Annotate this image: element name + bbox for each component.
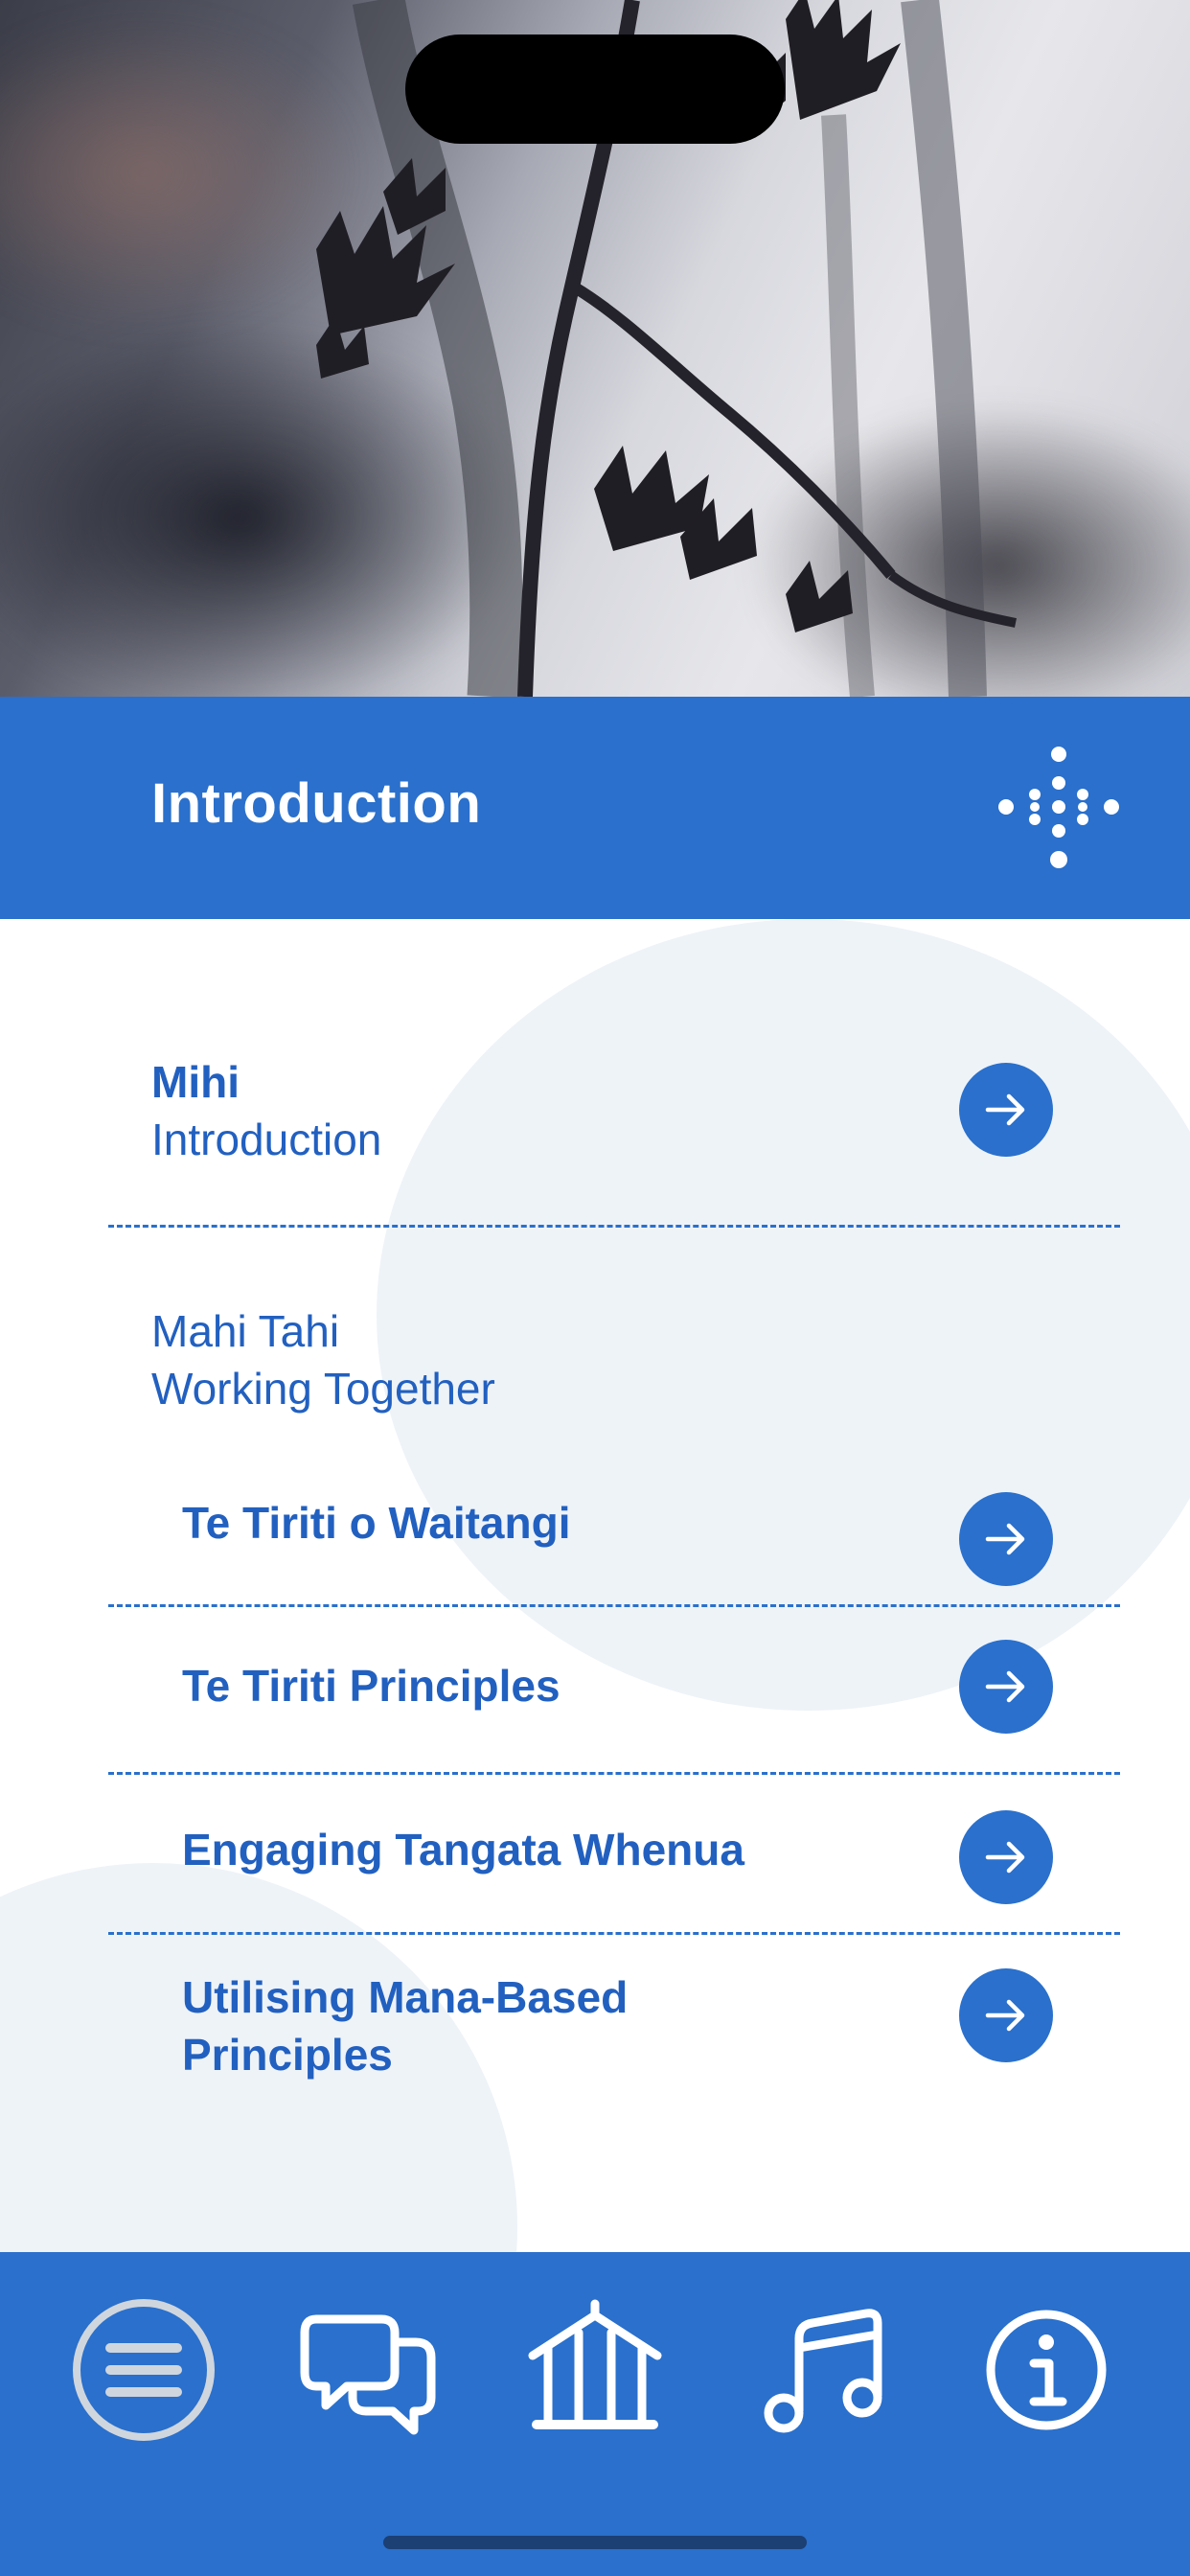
- item-primary-label: Mihi: [151, 1057, 240, 1107]
- list-item-te-tiriti-o-waitangi[interactable]: Te Tiriti o Waitangi: [0, 1492, 1190, 1588]
- chat-bubbles-icon[interactable]: [297, 2298, 441, 2442]
- arrow-right-button[interactable]: [959, 1063, 1053, 1157]
- item-secondary-label: Introduction: [151, 1115, 382, 1164]
- section-title: Mahi Tahi: [151, 1306, 340, 1356]
- arrow-right-button[interactable]: [959, 1492, 1053, 1586]
- info-icon[interactable]: [974, 2298, 1118, 2442]
- title-bar: Introduction: [0, 697, 1190, 919]
- arrow-right-button[interactable]: [959, 1968, 1053, 2062]
- section-subtitle: Working Together: [151, 1364, 495, 1414]
- dotted-diamond-logo-icon: [998, 747, 1119, 868]
- device-notch: [405, 34, 785, 144]
- menu-content: Mihi Introduction Mahi Tahi Working Toge…: [0, 919, 1190, 2252]
- dashed-divider: [108, 1225, 1120, 1228]
- list-item-te-tiriti-principles[interactable]: Te Tiriti Principles: [0, 1640, 1190, 1736]
- dashed-divider: [108, 1932, 1120, 1935]
- arrow-right-button[interactable]: [959, 1640, 1053, 1734]
- arrow-right-icon: [985, 1999, 1025, 2032]
- music-note-icon[interactable]: [749, 2298, 893, 2442]
- list-item-mihi[interactable]: Mihi Introduction: [0, 1053, 1190, 1197]
- item-label-line2: Principles: [182, 2030, 393, 2080]
- item-label: Te Tiriti Principles: [182, 1661, 561, 1711]
- arrow-right-icon: [985, 1841, 1025, 1874]
- bottom-navigation: [0, 2252, 1190, 2576]
- arrow-right-icon: [985, 1670, 1025, 1703]
- item-label: Engaging Tangata Whenua: [182, 1825, 744, 1874]
- dashed-divider: [108, 1772, 1120, 1775]
- arrow-right-icon: [985, 1523, 1025, 1555]
- item-label-line1: Utilising Mana-Based: [182, 1972, 629, 2022]
- dashed-divider: [108, 1604, 1120, 1607]
- background-circle: [377, 919, 1190, 1711]
- list-item-utilising-mana-based-principles[interactable]: Utilising Mana-Based Principles: [0, 1968, 1190, 2103]
- page-title: Introduction: [151, 772, 482, 835]
- arrow-right-icon: [985, 1093, 1025, 1126]
- section-heading: Mahi Tahi Working Together: [151, 1302, 495, 1417]
- menu-icon[interactable]: [72, 2298, 216, 2442]
- home-indicator[interactable]: [383, 2536, 807, 2549]
- list-item-engaging-tangata-whenua[interactable]: Engaging Tangata Whenua: [0, 1810, 1190, 1906]
- app-screen: Introduction Mihi Introduction Mahi Tahi…: [0, 0, 1190, 2576]
- meeting-house-icon[interactable]: [523, 2298, 667, 2442]
- item-label: Te Tiriti o Waitangi: [182, 1498, 571, 1548]
- arrow-right-button[interactable]: [959, 1810, 1053, 1904]
